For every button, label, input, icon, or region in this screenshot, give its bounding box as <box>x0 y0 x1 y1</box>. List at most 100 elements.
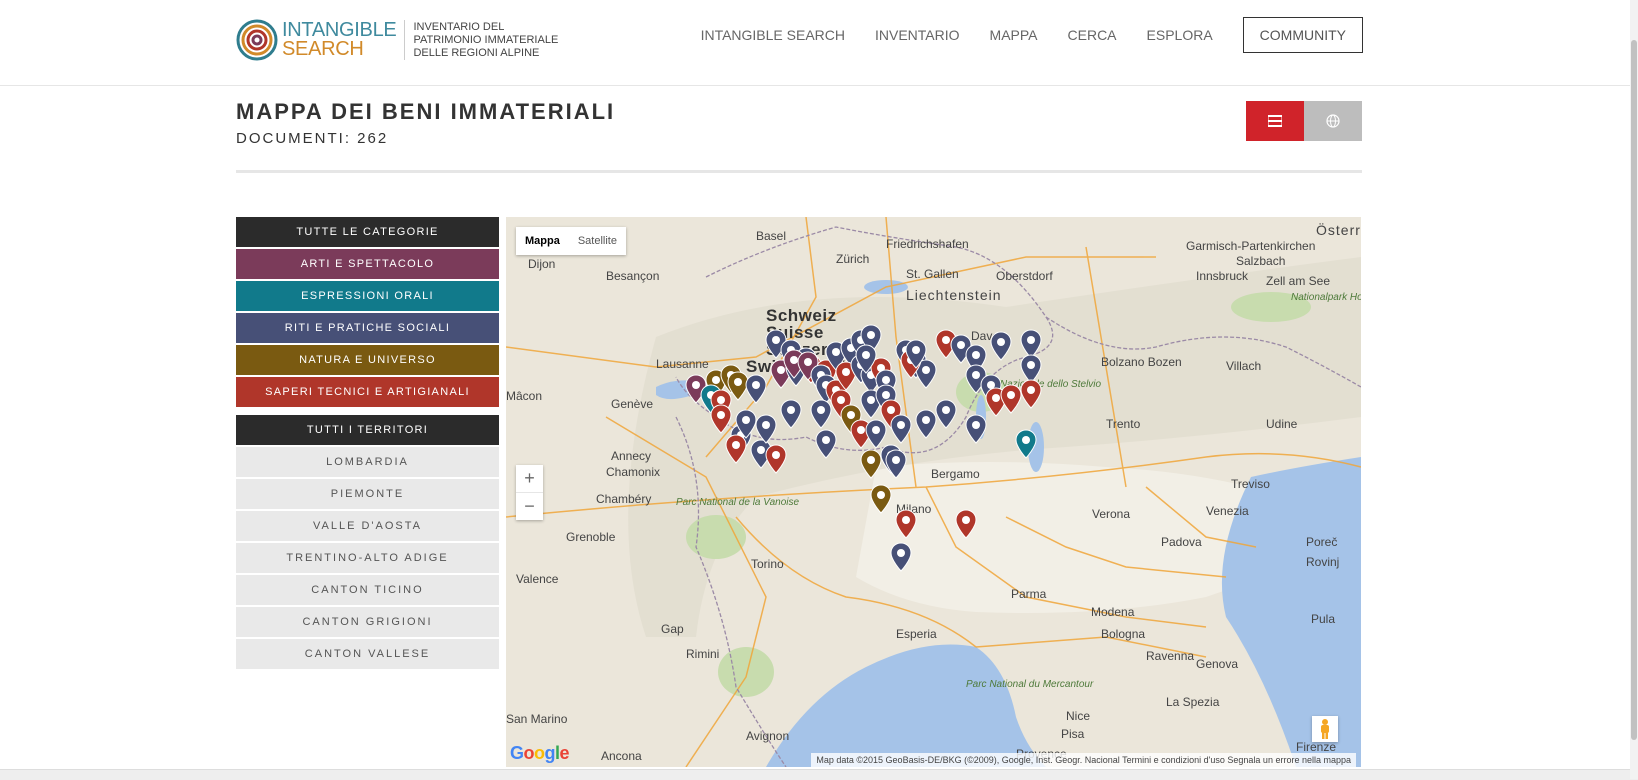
list-icon <box>1268 115 1282 127</box>
filter-category-3[interactable]: RITI E PRATICHE SOCIALI <box>236 313 499 343</box>
map-city-label: Annecy <box>611 449 652 463</box>
map-marker-pin-icon[interactable] <box>890 542 912 572</box>
zoom-control: + − <box>516 465 543 520</box>
map-city-label: Österreich <box>1316 222 1361 238</box>
map-city-label: San Marino <box>506 712 568 726</box>
map-marker-pin-icon[interactable] <box>990 331 1012 361</box>
map-marker-pin-icon[interactable] <box>1000 384 1022 414</box>
filter-territory-3[interactable]: TRENTINO-ALTO ADIGE <box>236 543 499 573</box>
map-marker-pin-icon[interactable] <box>935 399 957 429</box>
map-city-label: Trento <box>1106 417 1141 431</box>
tagline-line: INVENTARIO DEL <box>413 20 505 33</box>
filter-category-5[interactable]: SAPERI TECNICI E ARTIGIANALI <box>236 377 499 407</box>
map-city-label: Genova <box>1196 657 1239 671</box>
map-city-label: Rovinj <box>1306 555 1340 569</box>
filter-territory-1[interactable]: PIEMONTE <box>236 479 499 509</box>
map-marker-pin-icon[interactable] <box>735 409 757 439</box>
nav-cerca[interactable]: CERCA <box>1068 27 1117 43</box>
map-marker-pin-icon[interactable] <box>860 449 882 479</box>
filter-category-2[interactable]: ESPRESSIONI ORALI <box>236 281 499 311</box>
filter-territory-2[interactable]: VALLE D'AOSTA <box>236 511 499 541</box>
map-marker-pin-icon[interactable] <box>710 404 732 434</box>
nav-intangible-search[interactable]: INTANGIBLE SEARCH <box>701 27 845 43</box>
title-area: MAPPA DEI BENI IMMATERIALI DOCUMENTI: 26… <box>236 98 1362 173</box>
community-button[interactable]: COMMUNITY <box>1242 17 1363 53</box>
scrollbar-thumb[interactable] <box>1631 40 1637 740</box>
map-marker-pin-icon[interactable] <box>755 414 777 444</box>
map-city-label: Treviso <box>1231 477 1270 491</box>
map-marker-pin-icon[interactable] <box>915 409 937 439</box>
territory-filters: LOMBARDIA PIEMONTE VALLE D'AOSTA TRENTINO-A… <box>236 447 499 669</box>
list-view-button[interactable] <box>1246 101 1304 141</box>
nav-esplora[interactable]: ESPLORA <box>1147 27 1213 43</box>
map-marker-pin-icon[interactable] <box>815 429 837 459</box>
map-marker-pin-icon[interactable] <box>965 414 987 444</box>
site-logo[interactable]: INTANGIBLE SEARCH INVENTARIO DEL PATRIMO… <box>236 17 558 63</box>
map-attribution[interactable]: Map data ©2015 GeoBasis-DE/BKG (©2009), … <box>811 753 1356 767</box>
map-marker-pin-icon[interactable] <box>955 509 977 539</box>
map-city-label: Chambéry <box>596 492 652 506</box>
map-city-label: Garmisch-Partenkirchen <box>1186 239 1316 253</box>
map-type-roadmap-button[interactable]: Mappa <box>516 227 569 255</box>
map-marker-pin-icon[interactable] <box>890 414 912 444</box>
view-toggle <box>1246 101 1362 141</box>
filter-territory-0[interactable]: LOMBARDIA <box>236 447 499 477</box>
filter-sidebar: TUTTE LE CATEGORIE ARTI E SPETTACOLO ESPRE… <box>236 217 499 671</box>
map-city-label: Verona <box>1092 507 1131 521</box>
map-city-label: Esperia <box>896 627 937 641</box>
nav-inventario[interactable]: INVENTARIO <box>875 27 960 43</box>
map-marker-pin-icon[interactable] <box>1020 379 1042 409</box>
map-city-label: Mâcon <box>506 389 543 403</box>
map-city-label: Bologna <box>1101 627 1146 641</box>
map-city-label: Bolzano Bozen <box>1101 355 1182 369</box>
main-nav: INTANGIBLE SEARCH INVENTARIO MAPPA CERCA… <box>671 17 1363 53</box>
map-type-satellite-button[interactable]: Satellite <box>569 227 626 255</box>
map-view[interactable]: Basel Zürich Friedrichshafen Garmisch-Parte… <box>506 217 1361 767</box>
map-city-label: Parc National du Mercantour <box>966 679 1094 690</box>
zoom-in-button[interactable]: + <box>516 465 543 492</box>
map-marker-pin-icon[interactable] <box>870 484 892 514</box>
map-city-label: Pula <box>1311 612 1336 626</box>
nav-mappa[interactable]: MAPPA <box>990 27 1038 43</box>
map-city-label: Padova <box>1161 535 1202 549</box>
map-city-label: Salzbach <box>1236 254 1286 268</box>
zoom-out-button[interactable]: − <box>516 492 543 520</box>
category-filters: TUTTE LE CATEGORIE ARTI E SPETTACOLO ESPRE… <box>236 217 499 407</box>
map-city-label: Villach <box>1226 359 1262 373</box>
map-city-label: Modena <box>1091 605 1135 619</box>
filter-category-1[interactable]: ARTI E SPETTACOLO <box>236 249 499 279</box>
map-city-label: Nationalpark Hohe Tauern <box>1291 292 1361 303</box>
filter-territory-5[interactable]: CANTON GRIGIONI <box>236 607 499 637</box>
map-city-label: Zell am See <box>1266 274 1331 288</box>
tagline-line: DELLE REGIONI ALPINE <box>413 46 540 59</box>
map-marker-pin-icon[interactable] <box>895 509 917 539</box>
map-marker-pin-icon[interactable] <box>885 449 907 479</box>
filter-territory-6[interactable]: CANTON VALLESE <box>236 639 499 669</box>
map-marker-pin-icon[interactable] <box>745 374 767 404</box>
map-city-label: Avignon <box>746 729 790 743</box>
map-city-label: Poreč <box>1306 535 1338 549</box>
map-city-label: Bergamo <box>931 467 980 481</box>
street-view-pegman-icon[interactable] <box>1312 716 1338 742</box>
map-city-label: Basel <box>756 229 787 243</box>
map-city-label: Zürich <box>836 252 870 266</box>
globe-icon <box>1326 114 1340 128</box>
logo-divider <box>404 20 406 60</box>
filter-category-0[interactable]: TUTTE LE CATEGORIE <box>236 217 499 247</box>
map-city-label: Genève <box>611 397 654 411</box>
map-marker-pin-icon[interactable] <box>1015 429 1037 459</box>
map-city-label: Grenoble <box>566 530 616 544</box>
map-marker-pin-icon[interactable] <box>905 339 927 369</box>
map-marker-pin-icon[interactable] <box>810 399 832 429</box>
map-marker-pin-icon[interactable] <box>780 399 802 429</box>
map-view-button[interactable] <box>1304 101 1362 141</box>
map-city-label: Innsbruck <box>1196 269 1249 283</box>
filter-territory-4[interactable]: CANTON TICINO <box>236 575 499 605</box>
map-marker-pin-icon[interactable] <box>855 344 877 374</box>
map-city-label: St. Gallen <box>906 267 959 281</box>
map-city-label: Liechtenstein <box>906 287 1002 303</box>
logo-wordmark: INTANGIBLE SEARCH <box>282 20 397 59</box>
map-marker-pin-icon[interactable] <box>765 444 787 474</box>
filter-all-territories[interactable]: TUTTI I TERRITORI <box>236 415 499 445</box>
filter-category-4[interactable]: NATURA E UNIVERSO <box>236 345 499 375</box>
